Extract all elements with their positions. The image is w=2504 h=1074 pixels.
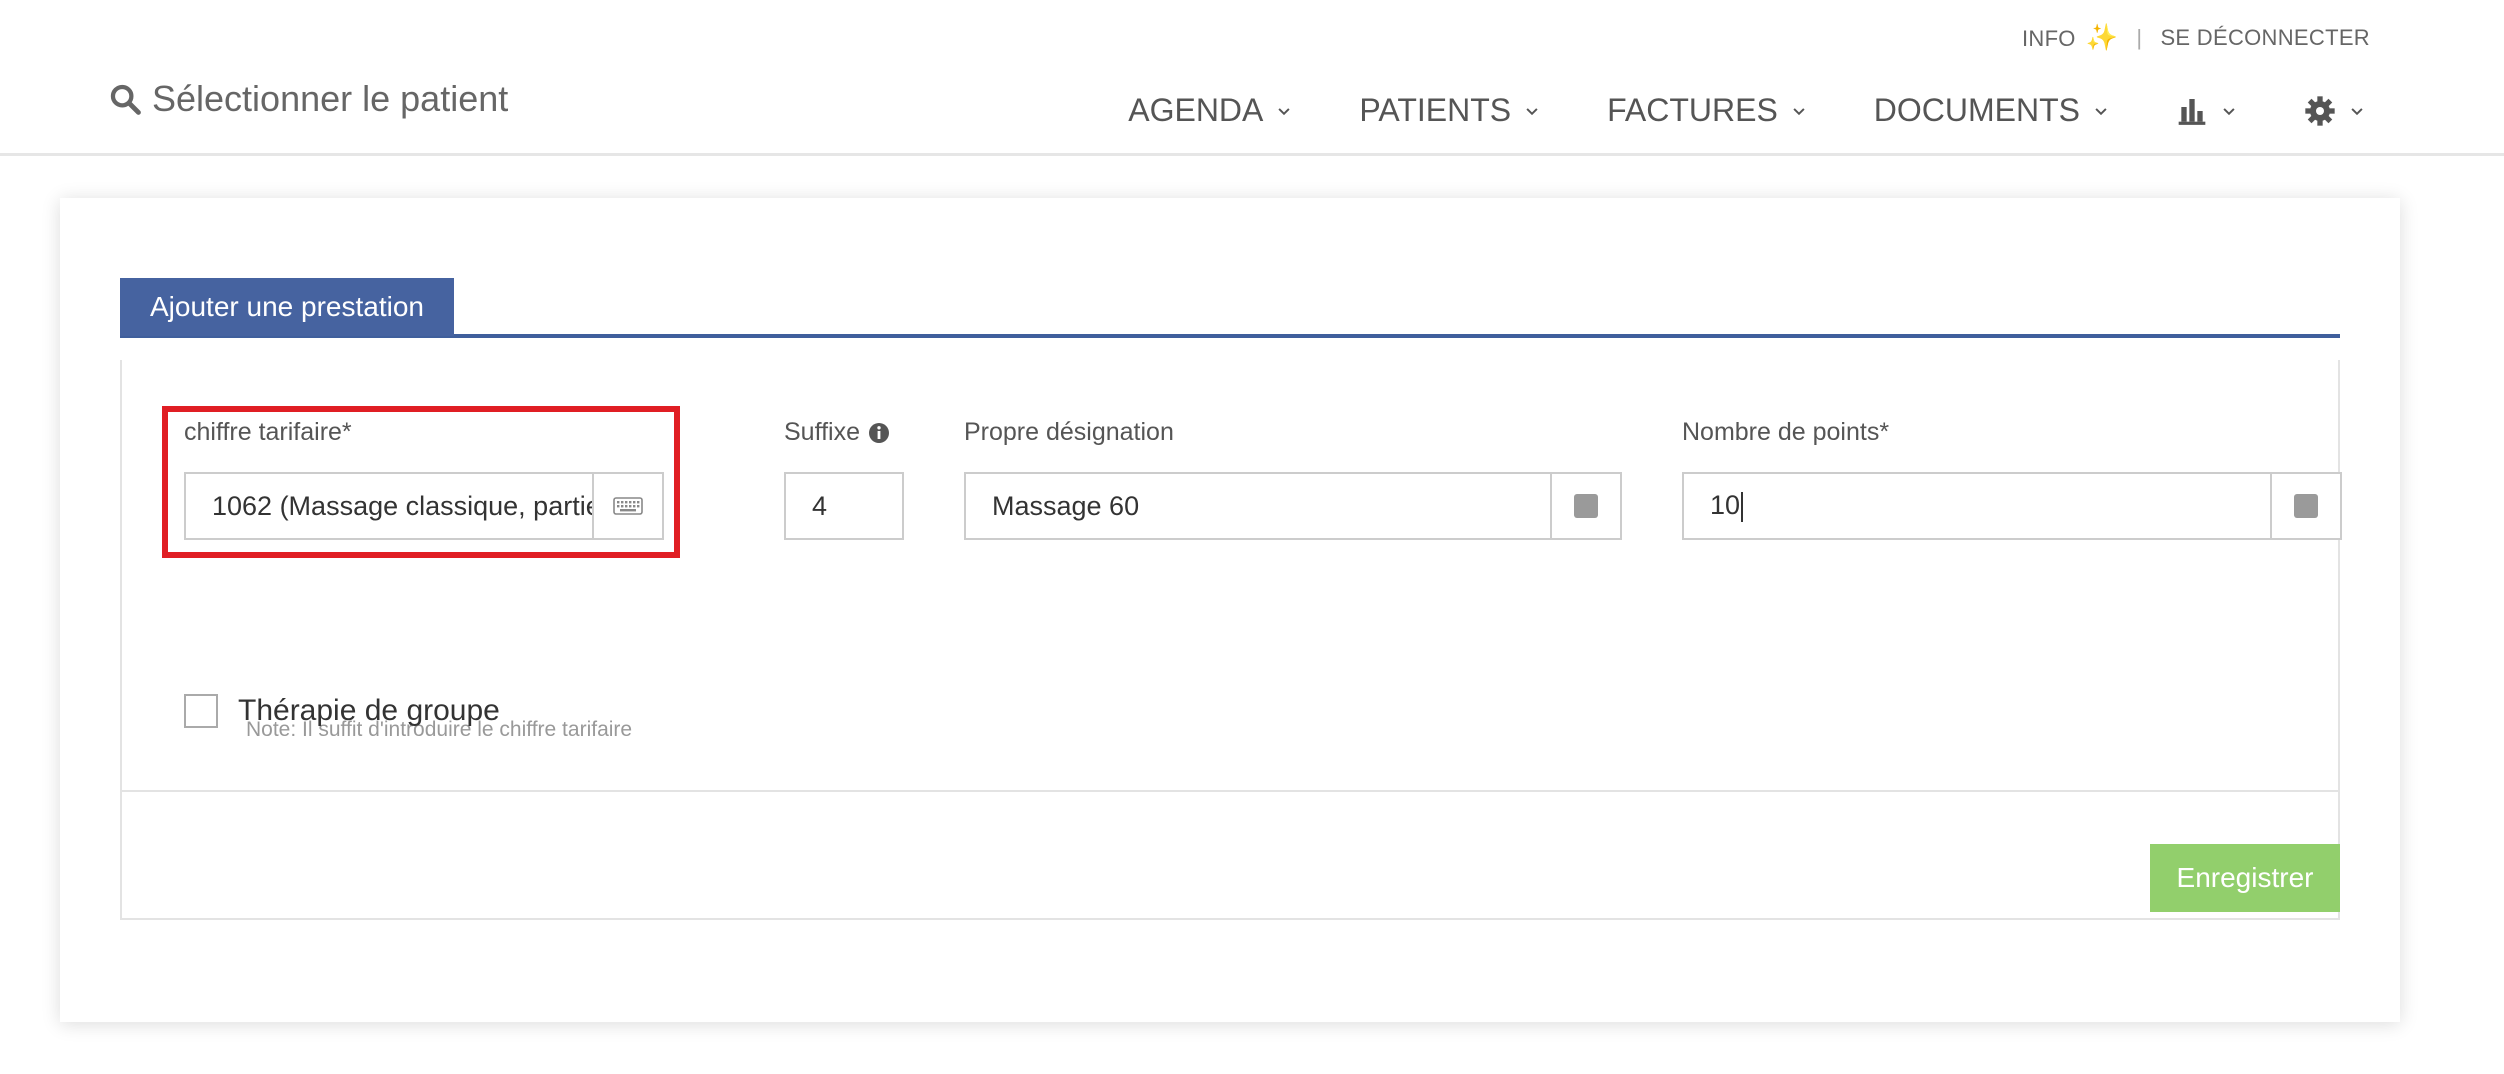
nav-agenda[interactable]: AGENDA xyxy=(1128,92,1291,129)
nav-factures-label: FACTURES xyxy=(1607,92,1778,128)
form-footer: Enregistrer xyxy=(122,790,2340,918)
points-side-button[interactable] xyxy=(2270,474,2340,538)
main-nav: AGENDA PATIENTS FACTURES DOCUMENTS xyxy=(1128,92,2364,129)
points-field[interactable]: 10 xyxy=(1682,472,2342,540)
text-caret xyxy=(1741,491,1744,522)
suffixe-label: Suffixe xyxy=(784,418,860,446)
points-value: 10 xyxy=(1710,490,1741,521)
chevron-down-icon xyxy=(2223,107,2235,115)
nav-agenda-label: AGENDA xyxy=(1128,92,1264,128)
suffixe-field[interactable]: 4 xyxy=(784,472,904,540)
logout-link[interactable]: SE DÉCONNECTER xyxy=(2160,25,2370,51)
chevron-down-icon xyxy=(1526,107,1538,115)
suffixe-label-wrap: Suffixe xyxy=(784,418,890,447)
gear-icon xyxy=(2305,95,2335,126)
designation-side-button[interactable] xyxy=(1550,474,1620,538)
highlight-box xyxy=(162,406,680,558)
search-icon xyxy=(110,84,141,115)
square-icon xyxy=(1574,494,1598,518)
info-link[interactable]: INFO ✨ xyxy=(2022,22,2118,53)
top-header: INFO ✨ | SE DÉCONNECTER Sélectionner le p… xyxy=(0,0,2504,156)
group-therapy-label[interactable]: Thérapie de groupe xyxy=(238,694,500,728)
bar-chart-icon xyxy=(2178,98,2206,125)
top-links: INFO ✨ | SE DÉCONNECTER xyxy=(2022,22,2370,53)
designation-field[interactable]: Massage 60 xyxy=(964,472,1622,540)
chevron-down-icon xyxy=(2095,107,2107,115)
nav-factures[interactable]: FACTURES xyxy=(1607,92,1806,129)
nav-statistics[interactable] xyxy=(2176,95,2236,127)
nav-documents-label: DOCUMENTS xyxy=(1873,92,2080,128)
tab-bar: Ajouter une prestation xyxy=(120,278,2340,338)
save-button[interactable]: Enregistrer xyxy=(2150,844,2340,912)
chevron-down-icon xyxy=(1278,107,1290,115)
chevron-down-icon xyxy=(1793,107,1805,115)
info-link-label: INFO xyxy=(2021,26,2076,51)
chevron-down-icon xyxy=(2351,107,2363,115)
square-icon xyxy=(2294,494,2318,518)
select-patient-button[interactable]: Sélectionner le patient xyxy=(108,78,508,120)
select-patient-label: Sélectionner le patient xyxy=(152,78,509,119)
points-label: Nombre de points* xyxy=(1682,418,1890,446)
points-value-wrap[interactable]: 10 xyxy=(1684,490,2270,522)
nav-settings[interactable] xyxy=(2304,95,2364,127)
group-therapy-row: Thérapie de groupe xyxy=(184,694,500,728)
designation-label: Propre désignation xyxy=(964,418,1174,446)
prestation-card: Ajouter une prestation chiffre tarifaire… xyxy=(60,198,2400,1022)
divider: | xyxy=(2136,24,2143,50)
designation-value[interactable]: Massage 60 xyxy=(966,491,1550,522)
info-circle-icon[interactable] xyxy=(868,422,890,444)
sparkle-icon: ✨ xyxy=(2085,22,2119,52)
nav-patients[interactable]: PATIENTS xyxy=(1359,92,1539,129)
nav-documents[interactable]: DOCUMENTS xyxy=(1874,92,2108,129)
group-therapy-checkbox[interactable] xyxy=(184,694,218,728)
suffixe-value[interactable]: 4 xyxy=(786,491,902,522)
nav-patients-label: PATIENTS xyxy=(1359,92,1512,128)
tab-add-prestation[interactable]: Ajouter une prestation xyxy=(120,278,454,336)
